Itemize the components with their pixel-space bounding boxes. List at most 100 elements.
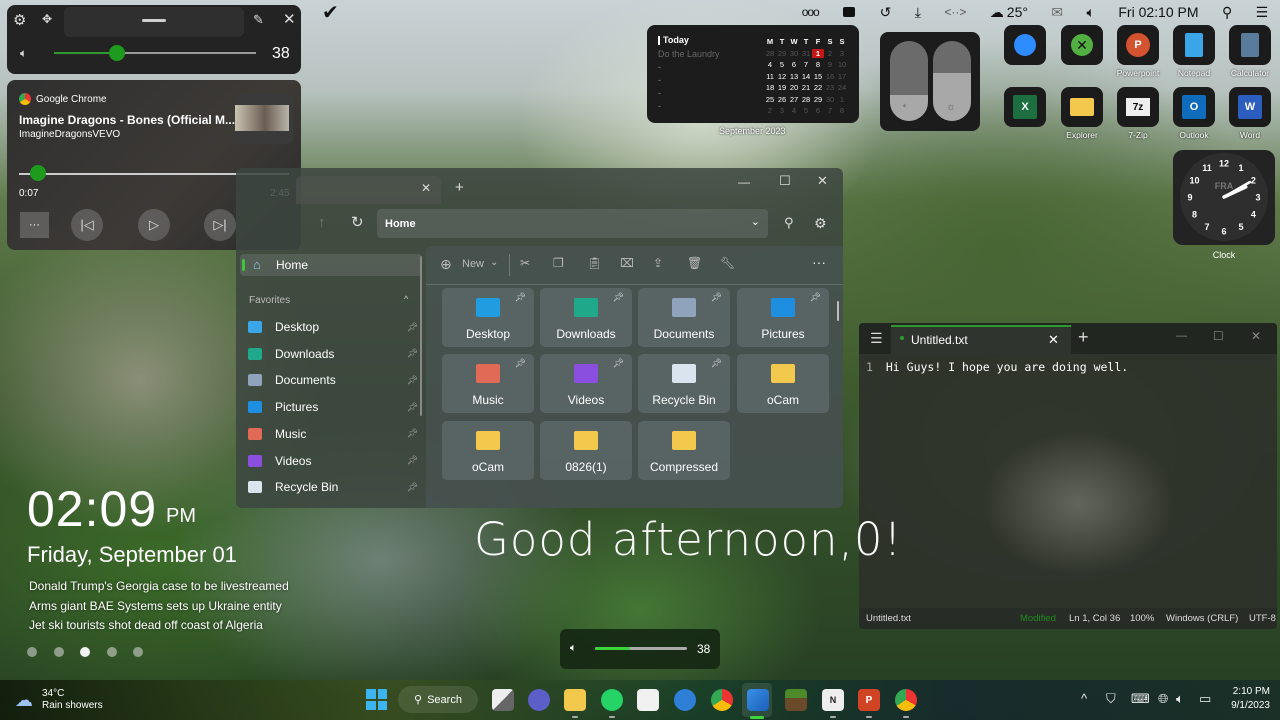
cut-icon[interactable]: ✂	[520, 256, 530, 270]
rename-icon[interactable]: ⌧	[620, 256, 634, 270]
content-scrollbar[interactable]	[837, 301, 839, 321]
news-headline[interactable]: Arms giant BAE Systems sets up Ukraine e…	[29, 599, 282, 613]
sidebar-item-pictures[interactable]: Pictures 📌︎	[248, 396, 418, 418]
app-shortcut-7-zip[interactable]: 7z	[1117, 87, 1159, 127]
teams-icon[interactable]	[528, 689, 550, 711]
folder-tile[interactable]: Desktop 📌︎	[442, 288, 534, 347]
calendar-day[interactable]: 7	[824, 106, 836, 116]
weather-status[interactable]: ☁ 25°	[990, 4, 1028, 21]
close-window-icon[interactable]: ✕	[817, 174, 828, 187]
share-icon[interactable]: ⇪	[653, 256, 663, 270]
mail-icon[interactable]: ✉	[1051, 4, 1063, 21]
app-shortcut-explorer[interactable]	[1061, 87, 1103, 127]
calendar-day[interactable]: 31	[800, 49, 812, 59]
up-icon[interactable]: ↑	[318, 215, 326, 230]
calendar-day[interactable]: 23	[824, 83, 836, 93]
paste-icon[interactable]: 📋︎	[587, 256, 602, 270]
calendar-day[interactable]: 7	[800, 60, 812, 70]
file-explorer-icon[interactable]	[564, 689, 586, 711]
pin-icon[interactable]: 📌︎	[613, 358, 624, 369]
text-editor[interactable]: 1 Hi Guys! I hope you are doing well.	[859, 354, 1277, 608]
close-tab-icon[interactable]: ✕	[1048, 332, 1059, 348]
pin-icon[interactable]: 📌︎	[407, 322, 418, 333]
copy-icon[interactable]: ❐	[553, 256, 564, 270]
show-hidden-icons[interactable]: ^	[1081, 691, 1087, 706]
previous-button[interactable]: |◁	[71, 209, 103, 241]
security-icon[interactable]: ⛉	[1106, 691, 1116, 707]
new-tab-icon[interactable]: +	[455, 180, 464, 195]
chrome-profile-icon[interactable]	[895, 689, 917, 711]
task-view-icon[interactable]	[492, 689, 514, 711]
task-placeholder[interactable]: -	[658, 101, 661, 111]
close-tab-icon[interactable]: ✕	[421, 182, 431, 194]
code-icon[interactable]: <··>	[944, 5, 966, 19]
pin-icon[interactable]: 📌︎	[407, 402, 418, 413]
page-dot[interactable]	[80, 647, 90, 657]
folder-tile[interactable]: Compressed	[638, 421, 730, 480]
notepad-tab[interactable]: Untitled.txt ✕	[891, 325, 1071, 354]
calendar-day[interactable]: 15	[812, 72, 824, 82]
folder-tile[interactable]: 0826(1)	[540, 421, 632, 480]
app-shortcut-excel[interactable]: X	[1004, 87, 1046, 127]
play-button[interactable]: ▷	[138, 209, 170, 241]
calendar-day[interactable]: 10	[836, 60, 848, 70]
status-position[interactable]: Ln 1, Col 36	[1069, 613, 1120, 624]
page-dot[interactable]	[133, 647, 143, 657]
calendar-day[interactable]: 11	[764, 72, 776, 82]
maximize-icon[interactable]: ☐	[779, 174, 791, 187]
properties-icon[interactable]: 🔧︎	[720, 256, 735, 270]
menu-icon[interactable]: ☰	[870, 331, 883, 345]
calendar-day[interactable]: 19	[776, 83, 788, 93]
calendar-day[interactable]: 25	[764, 95, 776, 105]
app-shortcut-word[interactable]: W	[1229, 87, 1271, 127]
calendar-day[interactable]: 29	[776, 49, 788, 59]
menubar-datetime[interactable]: Fri 02:10 PM	[1118, 4, 1198, 20]
calendar-day[interactable]: 1	[836, 95, 848, 105]
speaker-icon[interactable]: 🔈︎	[1087, 4, 1095, 21]
pin-icon[interactable]: 📌︎	[515, 358, 526, 369]
app-shortcut-calculator[interactable]	[1229, 25, 1271, 65]
pin-icon[interactable]: 📌︎	[407, 455, 418, 466]
calendar-day[interactable]: 12	[776, 72, 788, 82]
news-headline[interactable]: Donald Trump's Georgia case to be livest…	[29, 579, 289, 593]
unpin-icon[interactable]: ✎	[253, 13, 264, 26]
active-app-icon[interactable]	[747, 689, 769, 711]
settings-icon[interactable]: ⚙	[814, 216, 827, 230]
calendar-day[interactable]: 6	[812, 106, 824, 116]
minecraft-icon[interactable]	[785, 689, 807, 711]
search-icon[interactable]: ⚲	[784, 216, 794, 229]
calendar-day[interactable]: 5	[776, 60, 788, 70]
move-icon[interactable]: ✥	[42, 13, 52, 25]
calendar-day[interactable]: 2	[824, 49, 836, 59]
close-icon[interactable]: ✕	[283, 12, 296, 27]
address-bar[interactable]: Home ⌄	[377, 209, 768, 238]
delete-icon[interactable]: 🗑︎	[687, 256, 702, 270]
calendar-day[interactable]: 30	[788, 49, 800, 59]
next-button[interactable]: ▷|	[204, 209, 236, 241]
calendar-day[interactable]: 18	[764, 83, 776, 93]
calendar-day[interactable]: 3	[776, 106, 788, 116]
more-icon[interactable]: ooo	[802, 5, 820, 19]
calendar-day[interactable]: 28	[764, 49, 776, 59]
new-icon[interactable]: ⊕	[440, 256, 452, 273]
folder-tile[interactable]: Pictures 📌︎	[737, 288, 829, 347]
keyboard-icon[interactable]: ⌨	[1131, 691, 1150, 707]
minimize-icon[interactable]: —	[738, 176, 750, 188]
download-icon[interactable]: ⤓	[915, 4, 921, 21]
task-placeholder[interactable]: -	[658, 88, 661, 98]
calendar-day[interactable]: 8	[812, 60, 824, 70]
edge-icon[interactable]	[674, 689, 696, 711]
battery-icon[interactable]: ▭	[1199, 691, 1211, 707]
calendar-day[interactable]: 6	[788, 60, 800, 70]
folder-tile[interactable]: Videos 📌︎	[540, 354, 632, 413]
sidebar-item-home[interactable]: ⌂ Home	[240, 254, 422, 276]
drive-icon[interactable]	[842, 6, 856, 18]
whatsapp-icon[interactable]	[601, 689, 623, 711]
app-shortcut-xbox[interactable]: ✕	[1061, 25, 1103, 65]
sidebar-item-documents[interactable]: Documents 📌︎	[248, 369, 418, 391]
pin-icon[interactable]: 📌︎	[711, 292, 722, 303]
page-dot[interactable]	[27, 647, 37, 657]
calendar-day[interactable]: 2	[764, 106, 776, 116]
calendar-day[interactable]: 24	[836, 83, 848, 93]
pin-icon[interactable]: 📌︎	[407, 348, 418, 359]
